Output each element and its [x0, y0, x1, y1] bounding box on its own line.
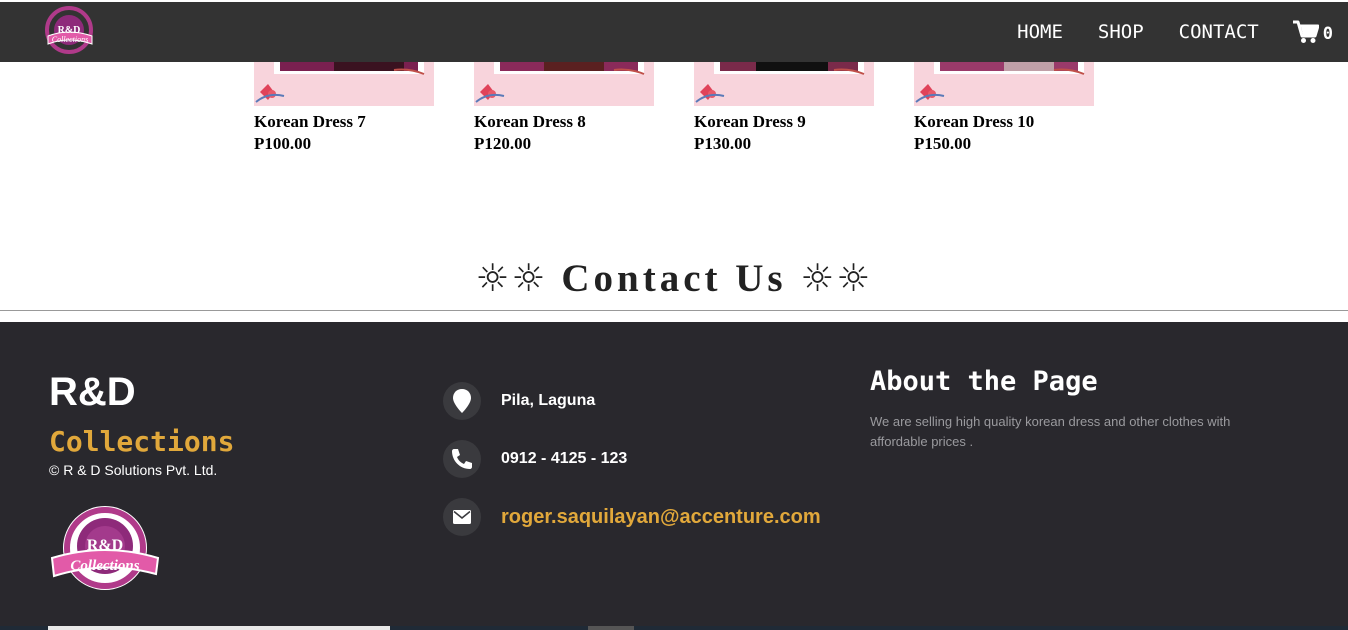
product-grid: Korean Dress 7 P100.00 Korean Dress 8 P1… [254, 62, 1154, 162]
product-price: P120.00 [474, 134, 532, 153]
footer-brand-name: R&D [49, 370, 136, 414]
contact-heading: ☼☼ Contact Us ☼☼ [0, 256, 1348, 301]
about-text: We are selling high quality korean dress… [870, 414, 1231, 449]
about-title: About the Page [870, 366, 1098, 397]
bottom-strip [0, 626, 1348, 630]
phone-text: 0912 - 4125 - 123 [501, 450, 628, 467]
product-image[interactable] [254, 62, 434, 106]
product-name[interactable]: Korean Dress 7 [254, 111, 434, 133]
product-image[interactable] [694, 62, 874, 106]
sun-icons-left: ☼☼ [475, 256, 548, 300]
brand-logo-icon[interactable]: R&D Collections [38, 6, 100, 56]
footer-brand-sub: Collections [49, 425, 235, 458]
product-card[interactable]: Korean Dress 10 P150.00 [914, 62, 1094, 155]
nav-home-link[interactable]: HOME [1017, 21, 1063, 43]
footer-logo-icon: R&D Collections [48, 502, 162, 594]
product-name[interactable]: Korean Dress 9 [694, 111, 874, 133]
email-link[interactable]: roger.saquilayan@accenture.com [501, 506, 821, 529]
product-card[interactable]: Korean Dress 9 P130.00 [694, 62, 874, 155]
bottom-strip-segment [48, 626, 390, 630]
svg-text:Collections: Collections [52, 35, 88, 44]
phone-icon [443, 440, 481, 478]
product-image[interactable] [914, 62, 1094, 106]
product-price: P150.00 [914, 134, 972, 153]
envelope-icon [443, 498, 481, 536]
product-price: P100.00 [254, 134, 312, 153]
shopping-cart-icon [1292, 20, 1319, 43]
cart-count: 0 [1322, 23, 1333, 44]
nav-shop-link[interactable]: SHOP [1098, 21, 1144, 43]
info-location: Pila, Laguna [443, 382, 595, 420]
product-price: P130.00 [694, 134, 752, 153]
footer-copyright: © R & D Solutions Pvt. Ltd. [49, 462, 218, 478]
info-phone: 0912 - 4125 - 123 [443, 440, 627, 478]
product-name[interactable]: Korean Dress 8 [474, 111, 654, 133]
contact-title: Contact Us [561, 257, 787, 300]
footer: R&D Collections © R & D Solutions Pvt. L… [0, 322, 1348, 630]
product-card[interactable]: Korean Dress 7 P100.00 [254, 62, 434, 155]
nav-contact-link[interactable]: CONTACT [1179, 21, 1259, 43]
map-marker-icon [443, 382, 481, 420]
location-text: Pila, Laguna [501, 392, 596, 409]
nav-links: HOME SHOP CONTACT 0 [1017, 2, 1348, 62]
svg-text:Collections: Collections [70, 558, 139, 574]
divider [0, 310, 1348, 311]
product-image[interactable] [474, 62, 654, 106]
info-email: roger.saquilayan@accenture.com [443, 498, 821, 536]
product-card[interactable]: Korean Dress 8 P120.00 [474, 62, 654, 155]
product-name[interactable]: Korean Dress 10 [914, 111, 1094, 133]
sun-icons-right: ☼☼ [800, 256, 873, 300]
svg-text:R&D: R&D [87, 537, 123, 554]
bottom-strip-segment [588, 626, 634, 630]
cart-button[interactable]: 0 [1292, 20, 1333, 44]
navbar: R&D Collections HOME SHOP CONTACT 0 [0, 2, 1348, 62]
